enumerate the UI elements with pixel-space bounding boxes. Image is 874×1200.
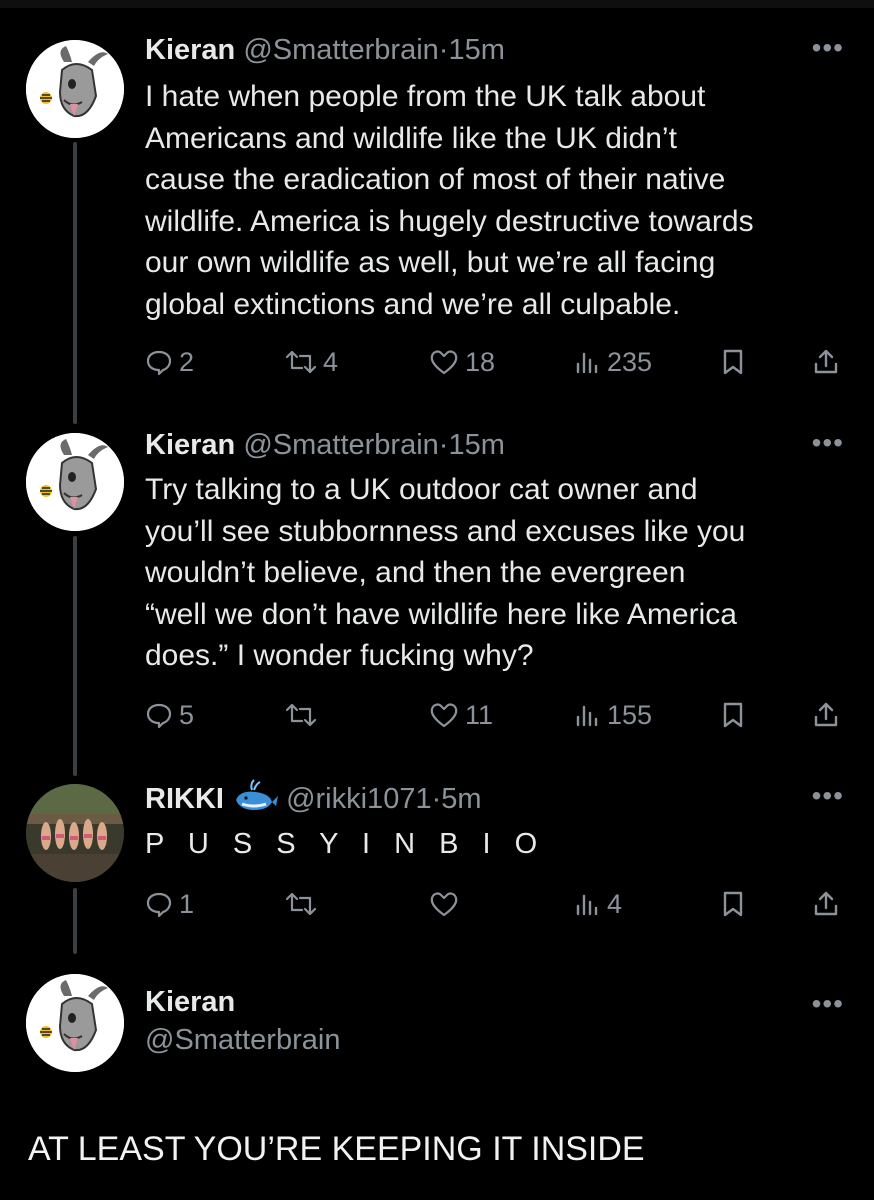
handle[interactable]: @Smatterbrain [243, 429, 438, 461]
views-count: 4 [607, 888, 623, 919]
share-icon [814, 702, 838, 727]
timestamp[interactable]: 15m [448, 429, 504, 461]
reply-button[interactable]: 5 [145, 695, 194, 735]
share-icon [814, 891, 838, 916]
action-bar: 1 4 [145, 884, 845, 924]
separator-dot: · [431, 783, 442, 815]
thread-line [73, 888, 77, 954]
avatar[interactable] [26, 433, 124, 531]
top-bar [0, 0, 874, 8]
separator-dot: · [438, 34, 449, 66]
thread-line [73, 536, 77, 776]
action-bar: 2 4 18 235 [145, 342, 845, 382]
avatar[interactable] [26, 40, 124, 138]
reply-count: 5 [179, 699, 195, 730]
display-name[interactable]: RIKKI [145, 783, 224, 815]
reply-icon [146, 350, 172, 376]
bookmark-icon [723, 702, 743, 728]
handle[interactable]: @rikki1071 [286, 783, 432, 815]
repost-icon [285, 350, 317, 374]
action-bar: 5 11 155 [145, 695, 845, 735]
display-name[interactable]: Kieran [145, 986, 235, 1018]
bookmark-button[interactable] [721, 695, 745, 735]
more-icon[interactable]: ••• [812, 429, 844, 457]
reply-icon [146, 892, 172, 918]
final-tweet-name[interactable]: Kieran [145, 982, 235, 1022]
views-icon [576, 705, 598, 727]
final-tweet-handle[interactable]: @Smatterbrain [145, 1020, 340, 1060]
display-name[interactable]: Kieran [145, 429, 235, 461]
more-icon[interactable]: ••• [812, 34, 844, 62]
display-name[interactable]: Kieran [145, 34, 235, 66]
repost-button[interactable]: 4 [285, 342, 338, 382]
goat-avatar-icon [26, 40, 124, 138]
views-button[interactable]: 4 [575, 884, 622, 924]
whale-emoji-icon [236, 779, 279, 810]
share-button[interactable] [813, 884, 839, 924]
heart-icon [430, 892, 458, 917]
views-button[interactable]: 235 [575, 342, 652, 382]
views-count: 155 [607, 699, 653, 730]
bookmark-button[interactable] [721, 884, 745, 924]
repost-count: 4 [323, 346, 339, 377]
like-button[interactable] [429, 884, 465, 924]
handle[interactable]: @Smatterbrain [243, 34, 438, 66]
more-icon[interactable]: ••• [812, 990, 844, 1018]
group-photo-avatar-icon [26, 784, 124, 882]
like-count: 18 [465, 346, 496, 377]
final-tweet-text: AT LEAST YOU’RE KEEPING IT INSIDE [28, 1130, 645, 1168]
tweet-text: P U S S Y I N B I O [145, 828, 546, 860]
handle[interactable]: @Smatterbrain [145, 1024, 340, 1056]
more-icon[interactable]: ••• [812, 782, 844, 810]
repost-button[interactable] [285, 884, 323, 924]
reply-count: 2 [179, 346, 195, 377]
tweet-header: Kieran @Smatterbrain·15m [145, 30, 505, 70]
share-icon [814, 349, 838, 374]
reply-button[interactable]: 2 [145, 342, 194, 382]
thread-line [73, 142, 77, 424]
like-button[interactable]: 18 [429, 342, 495, 382]
bookmark-icon [723, 349, 743, 375]
timestamp[interactable]: 5m [441, 783, 481, 815]
timestamp[interactable]: 15m [448, 34, 504, 66]
goat-avatar-icon [26, 433, 124, 531]
heart-icon [430, 703, 458, 728]
bookmark-button[interactable] [721, 342, 745, 382]
repost-button[interactable] [285, 695, 323, 735]
avatar[interactable] [26, 974, 124, 1072]
share-button[interactable] [813, 695, 839, 735]
share-button[interactable] [813, 342, 839, 382]
heart-icon [430, 350, 458, 375]
reply-button[interactable]: 1 [145, 884, 194, 924]
repost-icon [285, 892, 317, 916]
views-icon [576, 352, 598, 374]
views-button[interactable]: 155 [575, 695, 652, 735]
separator-dot: · [438, 429, 449, 461]
repost-icon [285, 703, 317, 727]
goat-avatar-icon [26, 974, 124, 1072]
views-count: 235 [607, 346, 653, 377]
tweet-text: Try talking to a UK outdoor cat owner an… [145, 473, 746, 672]
reply-count: 1 [179, 888, 195, 919]
bookmark-icon [723, 891, 743, 917]
reply-icon [146, 703, 172, 729]
like-button[interactable]: 11 [429, 695, 493, 735]
avatar[interactable] [26, 784, 124, 882]
tweet-header: Kieran @Smatterbrain·15m [145, 425, 505, 465]
views-icon [576, 894, 598, 916]
like-count: 11 [465, 699, 494, 730]
tweet-header: RIKKI @rikki1071·5m [145, 778, 482, 818]
tweet-text: I hate when people from the UK talk abou… [145, 80, 754, 321]
